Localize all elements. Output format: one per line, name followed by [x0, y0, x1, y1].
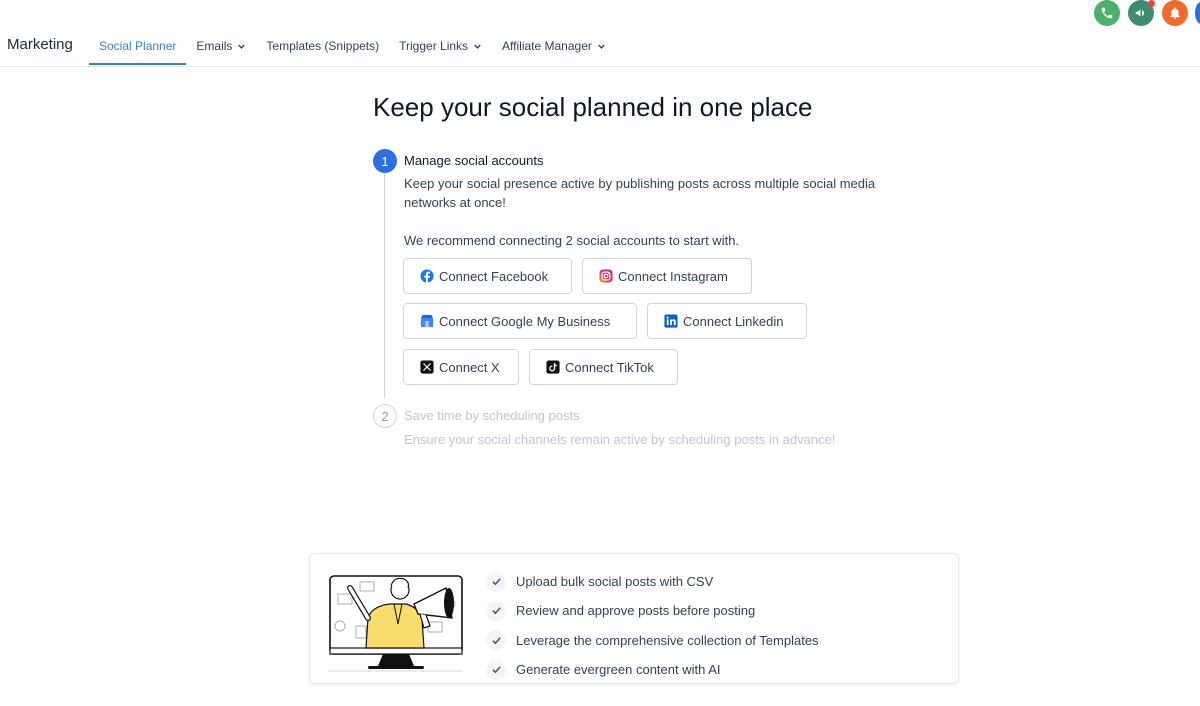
- chevron-down-icon: [237, 42, 246, 51]
- list-item: Review and approve posts before posting: [486, 596, 819, 625]
- tab-trigger-links[interactable]: Trigger Links: [389, 26, 492, 66]
- step-description: Keep your social presence active by publ…: [404, 176, 876, 210]
- connect-tiktok-button[interactable]: Connect TikTok: [529, 349, 678, 385]
- x-icon: [420, 360, 434, 374]
- notification-dot: [1148, 0, 1155, 7]
- button-label: Connect Google My Business: [439, 313, 611, 329]
- section-title: Marketing: [7, 36, 73, 53]
- feature-text: Review and approve posts before posting: [516, 603, 756, 619]
- megaphone-icon: [1135, 9, 1145, 17]
- connect-google-my-business-button[interactable]: Connect Google My Business: [403, 303, 637, 339]
- feature-text: Upload bulk social posts with CSV: [516, 574, 714, 590]
- feature-text: Generate evergreen content with AI: [516, 662, 721, 678]
- tiktok-icon: [546, 360, 560, 374]
- tab-label: Affiliate Manager: [502, 39, 592, 53]
- feature-list: Upload bulk social posts with CSV Review…: [486, 567, 819, 684]
- button-label: Connect TikTok: [565, 359, 654, 375]
- check-icon: [486, 600, 506, 621]
- step-number-2: 2: [373, 404, 397, 428]
- check-icon: [486, 659, 506, 680]
- button-label: Connect X: [439, 359, 500, 375]
- tab-label: Emails: [196, 39, 233, 53]
- check-icon: [486, 571, 506, 592]
- step-title-schedule-posts: Save time by scheduling posts: [404, 408, 580, 423]
- top-navigation-bar: Marketing Social Planner Emails Template…: [0, 0, 1200, 67]
- step-title-manage-accounts: Manage social accounts: [404, 153, 544, 168]
- button-label: Connect Linkedin: [683, 313, 784, 329]
- step-connector: [384, 172, 385, 398]
- connect-instagram-button[interactable]: Connect Instagram: [582, 258, 752, 294]
- tab-social-planner[interactable]: Social Planner: [89, 26, 187, 66]
- instagram-icon: [599, 269, 613, 283]
- tab-label: Trigger Links: [399, 39, 469, 53]
- feature-text: Leverage the comprehensive collection of…: [516, 632, 819, 648]
- connect-x-button[interactable]: Connect X: [403, 349, 519, 385]
- tab-label: Templates (Snippets): [266, 39, 380, 53]
- recommendation-text: We recommend connecting 2 social account…: [404, 233, 740, 248]
- phone-button[interactable]: [1094, 0, 1120, 26]
- facebook-icon: [420, 269, 434, 283]
- button-label: Connect Instagram: [618, 268, 728, 284]
- tab-affiliate-manager[interactable]: Affiliate Manager: [492, 26, 616, 66]
- linkedin-icon: [664, 314, 678, 328]
- notifications-button[interactable]: [1162, 0, 1188, 26]
- avatar[interactable]: [1195, 2, 1200, 24]
- page-title: Keep your social planned in one place: [373, 92, 813, 122]
- bell-icon: [1170, 7, 1180, 19]
- check-icon: [486, 630, 506, 651]
- megaphone-person-illustration: [328, 575, 463, 672]
- phone-icon: [1101, 7, 1113, 19]
- chevron-down-icon: [597, 42, 606, 51]
- list-item: Generate evergreen content with AI: [486, 655, 819, 684]
- connect-linkedin-button[interactable]: Connect Linkedin: [647, 303, 807, 339]
- tab-label: Social Planner: [99, 39, 177, 53]
- tab-templates-snippets[interactable]: Templates (Snippets): [256, 26, 389, 66]
- features-card: Upload bulk social posts with CSV Review…: [309, 553, 959, 684]
- chevron-down-icon: [473, 42, 482, 51]
- list-item: Upload bulk social posts with CSV: [486, 567, 819, 596]
- step-description: Ensure your social channels remain activ…: [404, 432, 836, 447]
- step-number-1: 1: [373, 149, 397, 173]
- tab-nav: Social Planner Emails Templates (Snippet…: [89, 26, 616, 66]
- connect-facebook-button[interactable]: Connect Facebook: [403, 258, 572, 294]
- list-item: Leverage the comprehensive collection of…: [486, 626, 819, 655]
- button-label: Connect Facebook: [439, 268, 549, 284]
- tab-emails[interactable]: Emails: [186, 26, 256, 66]
- google-my-business-icon: [420, 314, 434, 328]
